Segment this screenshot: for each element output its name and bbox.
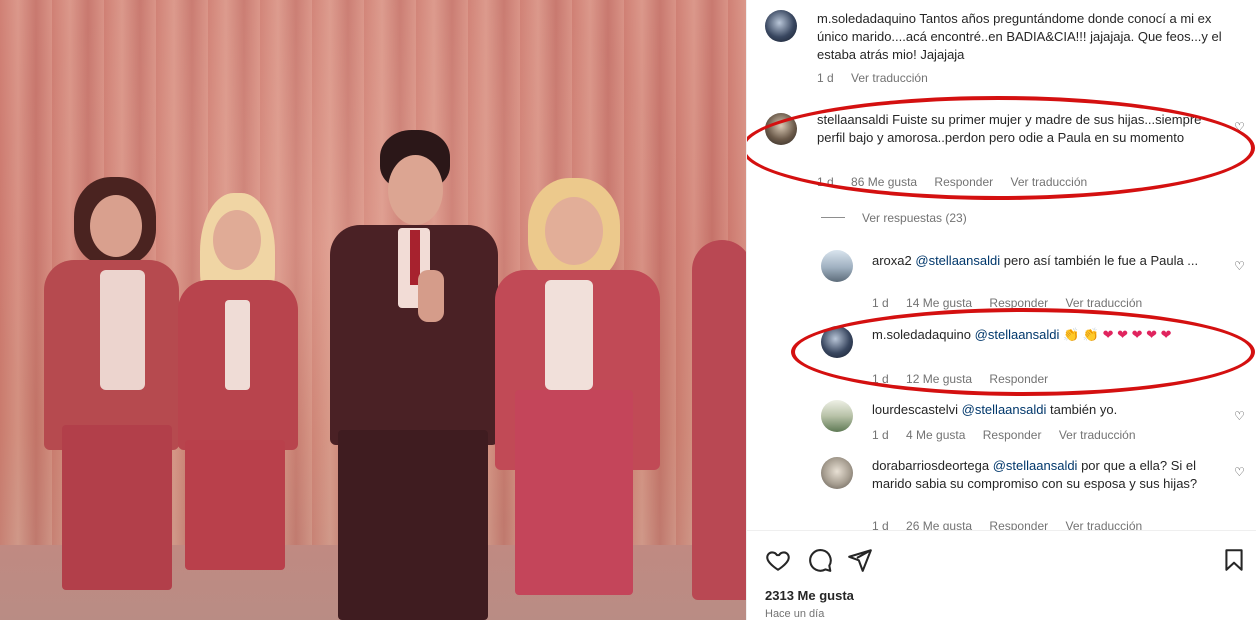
translate-link[interactable]: Ver traducción [851,71,928,85]
comment-time: 1 d [872,296,889,310]
comment-text-block: aroxa2 @stellaansaldi pero así también l… [872,252,1227,270]
translate-link[interactable]: Ver traducción [1065,519,1142,530]
comment-text-block: lourdescastelvi @stellaansaldi también y… [872,401,1227,419]
comment-meta: 1 d 4 Me gusta Responder Ver traducción [872,428,1150,442]
reply-button[interactable]: Responder [983,428,1042,442]
person-woman-blonde [170,190,310,620]
comment-time: 1 d [872,519,889,530]
comments-list: m.soledadaquino Tantos años preguntándom… [747,0,1256,530]
comment-likes[interactable]: 26 Me gusta [906,519,972,530]
translate-link[interactable]: Ver traducción [1059,428,1136,442]
caption-username[interactable]: m.soledadaquino [817,11,916,26]
comment-icon[interactable] [807,547,833,573]
post-action-bar [747,530,1256,620]
mention-link[interactable]: @stellaansaldi [962,402,1047,417]
annotation-circle-soledad [791,308,1255,396]
caption-meta: 1 d Ver traducción [817,71,942,85]
person-man-suit [330,130,505,620]
comment-likes[interactable]: 4 Me gusta [906,428,965,442]
comment-username[interactable]: aroxa2 [872,253,912,268]
post-time: Hace un día [765,608,825,620]
comment-time: 1 d [872,428,889,442]
view-replies-button[interactable]: Ver respuestas (23) [862,211,967,225]
comment-username[interactable]: dorabarriosdeortega [872,458,989,473]
comment-meta: 1 d 26 Me gusta Responder Ver traducción [872,519,1156,530]
comment-likes[interactable]: 14 Me gusta [906,296,972,310]
replies-divider [821,217,845,218]
caption-time: 1 d [817,71,834,85]
person-partial-right [692,240,746,620]
comment-text: pero así también le fue a Paula ... [1003,253,1199,268]
like-heart-icon[interactable]: ♡ [1234,410,1246,422]
like-heart-icon[interactable]: ♡ [1234,466,1246,478]
comments-panel: m.soledadaquino Tantos años preguntándom… [746,0,1256,620]
reply-button[interactable]: Responder [989,519,1048,530]
likes-count[interactable]: 2313 Me gusta [765,588,854,603]
share-icon[interactable] [847,547,873,573]
heart-icon[interactable] [765,547,791,573]
avatar[interactable] [821,400,853,432]
avatar[interactable] [821,457,853,489]
person-woman-right [490,175,665,620]
caption-text-block: m.soledadaquino Tantos años preguntándom… [817,10,1227,64]
avatar[interactable] [821,250,853,282]
translate-link[interactable]: Ver traducción [1065,296,1142,310]
like-heart-icon[interactable]: ♡ [1234,260,1246,272]
mention-link[interactable]: @stellaansaldi [915,253,1000,268]
mention-link[interactable]: @stellaansaldi [993,458,1078,473]
comment-username[interactable]: lourdescastelvi [872,402,958,417]
annotation-circle-stella [747,96,1255,200]
post-photo [0,0,746,620]
comment-text: también yo. [1050,402,1118,417]
bookmark-icon[interactable] [1221,547,1247,573]
avatar[interactable] [765,10,797,42]
comment-text-block: dorabarriosdeortega @stellaansaldi por q… [872,457,1227,493]
